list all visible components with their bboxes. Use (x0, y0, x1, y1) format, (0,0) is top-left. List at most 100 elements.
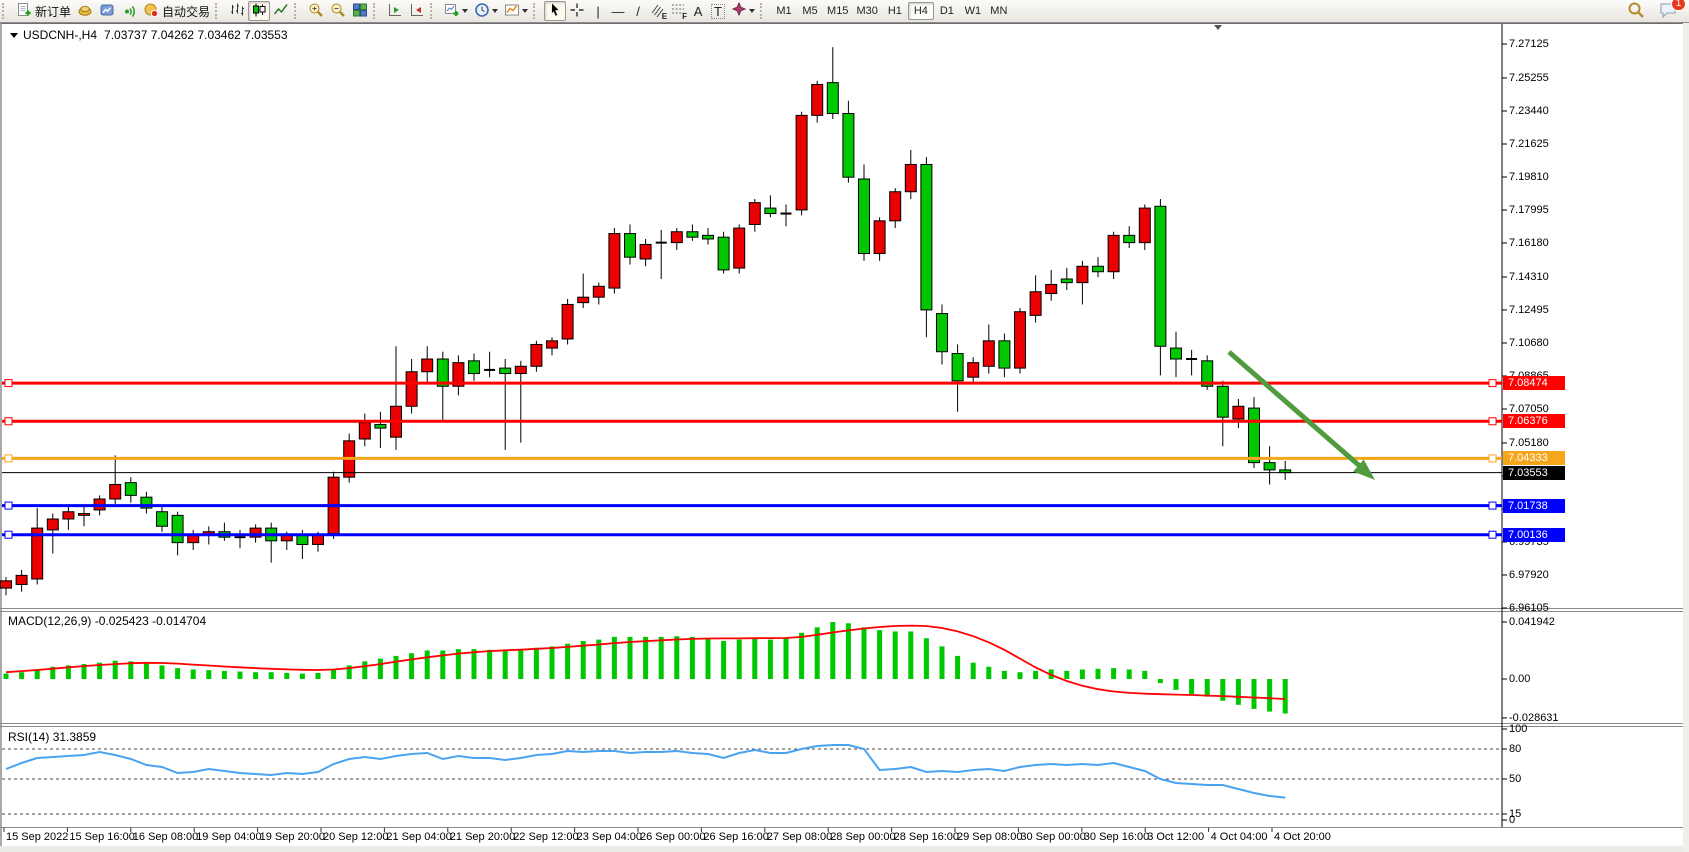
macd-histogram-bar (862, 627, 867, 679)
macd-signal-value: -0.014704 (152, 614, 206, 628)
line-handle[interactable] (5, 502, 12, 509)
macd-histogram-bar (1189, 679, 1194, 694)
candle-body (625, 234, 636, 258)
candle-body (687, 232, 698, 237)
date-label: 28 Sep 00:00 (830, 831, 895, 843)
candle-body (1139, 208, 1150, 243)
macd-histogram-bar (1127, 669, 1132, 679)
line-handle[interactable] (1489, 380, 1496, 387)
macd-histogram-bar (300, 674, 305, 679)
line-handle[interactable] (1489, 455, 1496, 462)
macd-histogram-bar (659, 637, 664, 679)
macd-histogram-bar (690, 637, 695, 679)
macd-indicator-label: MACD(12,26,9) -0.025423 -0.014704 (8, 614, 206, 628)
macd-histogram-bar (1283, 679, 1288, 714)
macd-histogram-bar (175, 668, 180, 679)
macd-histogram-bar (144, 663, 149, 679)
macd-histogram-bar (238, 672, 243, 679)
candle-body (157, 512, 168, 527)
line-handle[interactable] (5, 455, 12, 462)
macd-histogram-bar (1205, 679, 1210, 697)
macd-histogram-bar (284, 673, 289, 679)
candle-body (1077, 266, 1088, 282)
candle-body (1046, 284, 1057, 293)
candle-body (63, 512, 74, 519)
candle-body (125, 483, 136, 496)
candle-body (1217, 386, 1228, 417)
macd-histogram-bar (472, 649, 477, 679)
candle-body (47, 519, 58, 530)
line-handle[interactable] (5, 418, 12, 425)
candle-body (422, 359, 433, 372)
macd-histogram-bar (955, 656, 960, 679)
macd-tick-label: 0.00 (1509, 673, 1530, 685)
candle-body (765, 208, 776, 213)
date-label: 26 Sep 16:00 (703, 831, 768, 843)
rsi-tick-label: 100 (1509, 723, 1527, 735)
candle-body (110, 484, 121, 499)
macd-histogram-bar (1096, 669, 1101, 679)
macd-histogram-bar (331, 669, 336, 679)
macd-histogram-bar (1033, 671, 1038, 679)
macd-histogram-bar (737, 640, 742, 679)
macd-histogram-bar (784, 638, 789, 679)
candle-body (1108, 235, 1119, 271)
candle-body (671, 232, 682, 243)
line-handle[interactable] (1489, 418, 1496, 425)
chart-symbol-period: USDCNH-,H4 (23, 28, 97, 42)
macd-histogram-bar (565, 644, 570, 679)
date-label: 15 Sep 16:00 (69, 831, 134, 843)
candle-body (1249, 408, 1260, 463)
rsi-tick-label: 80 (1509, 743, 1521, 755)
macd-histogram-bar (222, 671, 227, 679)
candle-body (968, 363, 979, 378)
collapse-triangle-icon[interactable] (10, 33, 18, 38)
candle-body (79, 514, 90, 516)
macd-histogram-bar (674, 636, 679, 679)
candle-body (718, 237, 729, 270)
candle-body (734, 228, 745, 268)
macd-histogram-bar (269, 672, 274, 679)
macd-histogram-bar (628, 637, 633, 679)
candle-body (469, 361, 480, 374)
macd-histogram-bar (768, 640, 773, 679)
macd-histogram-bar (160, 665, 165, 679)
macd-histogram-bar (316, 673, 321, 679)
candle-body (812, 84, 823, 115)
macd-histogram-bar (253, 672, 258, 679)
candle-body (640, 244, 651, 259)
candle-body (562, 304, 573, 339)
candle-body (1155, 206, 1166, 346)
date-label: 20 Sep 12:00 (323, 831, 388, 843)
line-handle[interactable] (5, 531, 12, 538)
price-chart-canvas[interactable] (0, 0, 1689, 852)
price-tick-label: 7.05180 (1509, 437, 1549, 449)
line-handle[interactable] (1489, 531, 1496, 538)
macd-histogram-bar (1064, 671, 1069, 679)
macd-histogram-bar (1142, 671, 1147, 679)
rsi-tick-label: 0 (1509, 814, 1515, 826)
candle-body (609, 234, 620, 289)
candle-body (578, 297, 589, 302)
line-handle[interactable] (1489, 502, 1496, 509)
metatrader-window: 新订单 自动交易 (0, 0, 1689, 852)
candle-body (406, 372, 417, 407)
right-edge (1683, 23, 1689, 852)
date-label: 21 Sep 20:00 (450, 831, 515, 843)
candle-body (1030, 292, 1041, 316)
macd-histogram-bar (378, 659, 383, 679)
date-label: 3 Oct 12:00 (1147, 831, 1204, 843)
macd-histogram-bar (1252, 679, 1257, 709)
date-label: 21 Sep 04:00 (386, 831, 451, 843)
line-handle[interactable] (5, 380, 12, 387)
current-price-badge: 7.03553 (1503, 466, 1565, 480)
macd-histogram-bar (1174, 679, 1179, 690)
price-level-badge: 7.01738 (1503, 499, 1565, 513)
macd-histogram-bar (940, 646, 945, 679)
macd-histogram-bar (721, 641, 726, 679)
candle-body (843, 114, 854, 178)
candle-body (172, 515, 183, 542)
candle-body (1, 581, 12, 588)
macd-histogram-bar (362, 661, 367, 679)
candle-body (1171, 348, 1182, 359)
